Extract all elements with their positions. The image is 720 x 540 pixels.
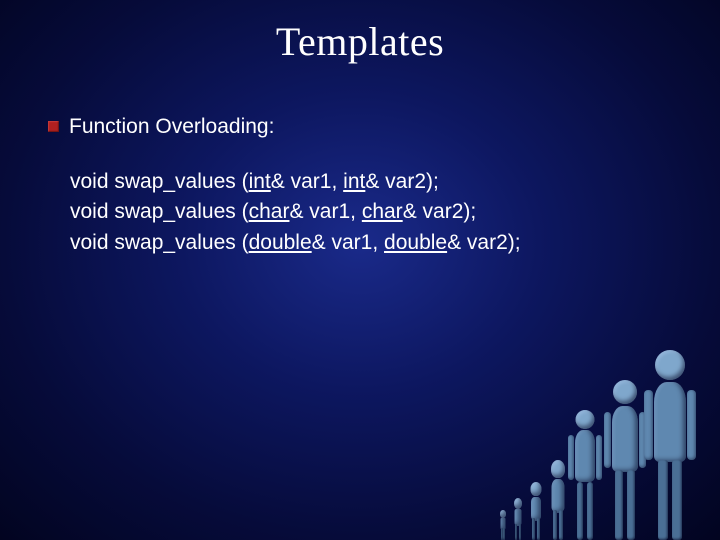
figure-icon: [640, 350, 700, 540]
code-type: char: [362, 200, 403, 223]
code-text: void swap_values (: [70, 170, 249, 193]
code-text: & var2);: [403, 200, 477, 223]
code-text: & var2);: [365, 170, 439, 193]
code-text: & var1,: [289, 200, 361, 223]
figure-icon: [527, 482, 545, 540]
people-silhouette-graphic: [440, 340, 700, 540]
figure-icon: [565, 410, 605, 540]
code-text: void swap_values (: [70, 200, 249, 223]
bullet-item: Function Overloading:: [48, 115, 680, 139]
code-block: void swap_values (int& var1, int& var2);…: [70, 167, 680, 258]
bullet-text: Function Overloading:: [69, 115, 274, 139]
code-line-2: void swap_values (char& var1, char& var2…: [70, 197, 680, 227]
code-type: int: [343, 170, 365, 193]
code-line-1: void swap_values (int& var1, int& var2);: [70, 167, 680, 197]
code-text: void swap_values (: [70, 231, 249, 254]
figure-icon: [511, 498, 525, 540]
figure-icon: [498, 510, 508, 540]
code-text: & var1,: [312, 231, 384, 254]
code-type: int: [249, 170, 271, 193]
code-text: & var2);: [447, 231, 521, 254]
bullet-icon: [48, 121, 59, 132]
slide-content: Function Overloading: void swap_values (…: [48, 115, 680, 258]
slide-title: Templates: [0, 18, 720, 65]
slide: Templates Function Overloading: void swa…: [0, 0, 720, 540]
code-type: double: [249, 231, 312, 254]
code-text: & var1,: [271, 170, 343, 193]
code-type: char: [249, 200, 290, 223]
code-line-3: void swap_values (double& var1, double& …: [70, 228, 680, 258]
code-type: double: [384, 231, 447, 254]
